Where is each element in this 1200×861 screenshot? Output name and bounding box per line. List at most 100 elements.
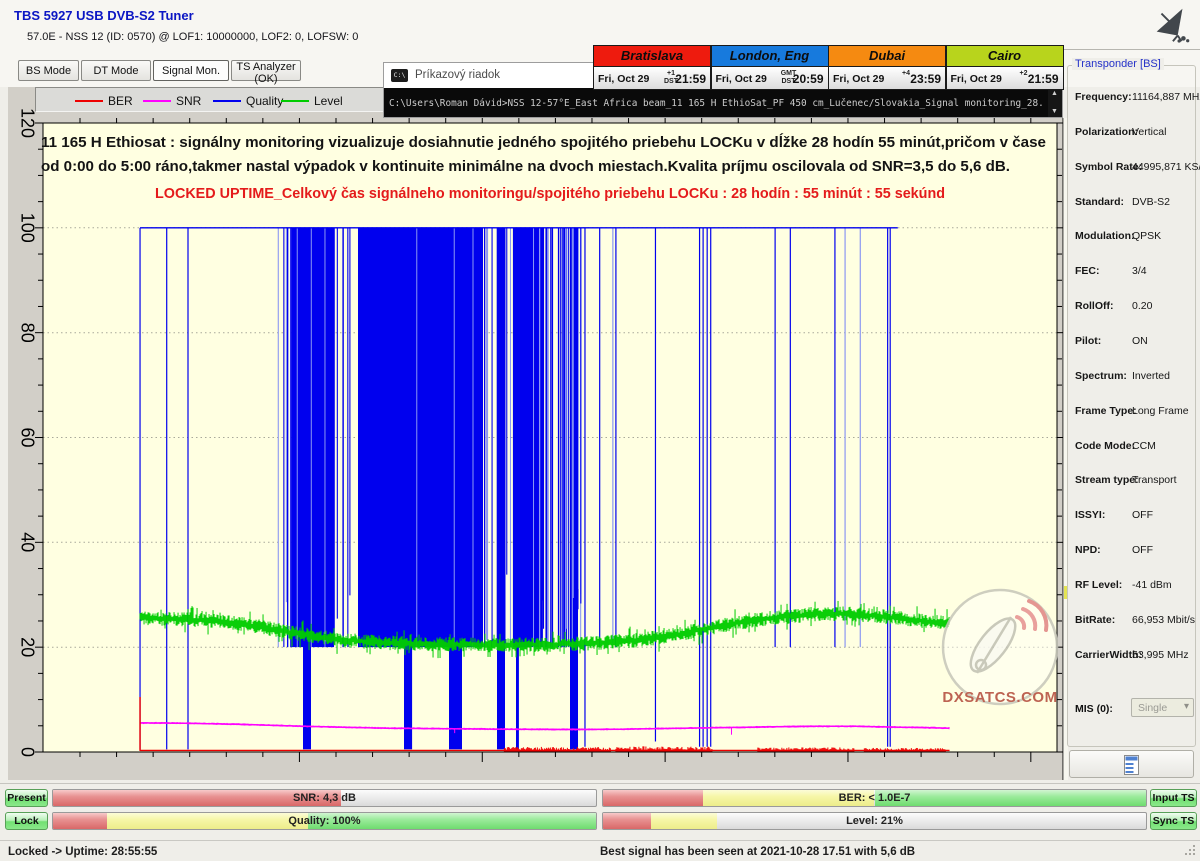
resize-grip[interactable] [1184,844,1197,857]
transponder-row-label: Polarization: [1075,126,1138,138]
legend-item-snr: SNR [143,88,201,113]
transponder-row-label: Frame Type: [1075,405,1137,417]
mis-select[interactable]: Single ▾ [1131,698,1194,717]
cmd-console[interactable]: C:\Users\Roman Dávid>NSS 12-57°E_East Af… [384,88,1062,117]
ber-swatch-icon [75,100,103,102]
dxsatcs-watermark: DXSATCS.COM [925,583,1075,733]
transponder-row: BitRate:66,953 Mbit/s [1066,614,1200,628]
present-button[interactable]: Present [5,789,48,807]
chart-annotations: 11 165 H Ethiosat : signálny monitoring … [41,133,1046,202]
clock-london: London, Eng Fri, Oct 29 GMTDST 20:59 [711,45,829,90]
legend-item-ber: BER [75,88,133,113]
transponder-panel: Transponder [BS] Frequency:11164,887 MHz… [1066,55,1200,783]
signal-mon-button[interactable]: Signal Mon. [153,60,229,81]
clock-dubai: Dubai Fri, Oct 29 +4 23:59 [828,45,946,90]
chevron-down-icon: ▾ [1184,701,1189,712]
status-bar: Locked -> Uptime: 28:55:55 Best signal h… [0,840,1200,861]
transponder-row-value: Transport [1132,474,1177,486]
clock-time: 23:59 [910,72,941,86]
transponder-row: NPD: OFF [1066,544,1200,558]
cmd-scrollbar[interactable]: ▲ ▼ [1048,88,1062,117]
clock-date: Fri, Oct 29 [716,73,767,85]
transponder-row: Stream type:Transport [1066,474,1200,488]
clock-datetime: Fri, Oct 29 GMTDST 20:59 [711,66,829,90]
transponder-row-value: 3/4 [1132,265,1147,277]
transponder-row: Symbol Rate:44995,871 KS/s [1066,161,1200,175]
ts-analyzer-button[interactable]: TS Analyzer (OK) [231,60,301,81]
transponder-row: Code Mode:CCM [1066,440,1200,454]
transponder-row-value: OFF [1132,544,1153,556]
clock-date: Fri, Oct 29 [833,73,884,85]
transponder-row: RollOff:0.20 [1066,300,1200,314]
bs-mode-button[interactable]: BS Mode [18,60,79,81]
ts-list-button[interactable] [1069,750,1194,778]
snr-progress-bar: SNR: 4,3 dB [52,789,597,807]
bar-value-label: SNR: 4,3 dB [53,792,596,804]
svg-text:0: 0 [17,747,37,757]
cmd-icon [391,69,408,82]
transponder-row-value: OFF [1132,509,1153,521]
clock-datetime: Fri, Oct 29 +1DST 21:59 [593,66,711,90]
ber-progress-bar: BER: < 1.0E-7 [602,789,1147,807]
legend-label: SNR [176,94,201,108]
mis-label: MIS (0): [1075,703,1113,715]
uptime-status: Locked -> Uptime: 28:55:55 [8,846,157,858]
svg-text:od 0:00 do 5:00 ráno,takmer na: od 0:00 do 5:00 ráno,takmer nastal výpad… [41,158,1010,175]
quality-swatch-icon [213,100,241,102]
cmd-title: Príkazový riadok [415,69,500,81]
transponder-row-value: ON [1132,335,1148,347]
bars-divider [0,783,1200,784]
level-swatch-icon [281,100,309,102]
transponder-row: ISSYI:OFF [1066,509,1200,523]
clock-city-label: Cairo [946,45,1064,67]
transponder-row-label: Modulation: [1075,230,1134,242]
clock-city-label: London, Eng [711,45,829,67]
svg-text:LOCKED UPTIME_Celkový čas sign: LOCKED UPTIME_Celkový čas signálneho mon… [155,185,945,202]
clock-datetime: Fri, Oct 29 +4 23:59 [828,66,946,90]
transponder-row-value: 44995,871 KS/s [1132,161,1200,173]
transponder-row-label: Code Mode: [1075,440,1135,452]
dt-mode-button[interactable]: DT Mode [81,60,151,81]
transponder-title: Transponder [BS] [1072,58,1164,70]
bar-value-label: Level: 21% [603,815,1146,827]
transponder-row-value: Vertical [1132,126,1166,138]
transponder-row-label: Spectrum: [1075,370,1127,382]
transponder-row-value: -41 dBm [1132,579,1172,591]
clock-time: 21:59 [1028,72,1059,86]
snr-swatch-icon [143,100,171,102]
scroll-up-icon[interactable]: ▲ [1051,90,1058,97]
svg-text:40: 40 [17,532,37,552]
transponder-row-label: Frequency: [1075,91,1132,103]
clock-cairo: Cairo Fri, Oct 29 +2 21:59 [946,45,1064,90]
svg-text:100: 100 [17,213,37,243]
scroll-down-icon[interactable]: ▼ [1051,108,1058,115]
lock-button[interactable]: Lock [5,812,48,830]
best-signal-status: Best signal has been seen at 2021-10-28 … [600,846,915,858]
transponder-row-value: 0.20 [1132,300,1152,312]
clock-date: Fri, Oct 29 [598,73,649,85]
header-divider [1063,49,1200,50]
quality-progress-bar: Quality: 100% [52,812,597,830]
app-title: TBS 5927 USB DVB-S2 Tuner [14,8,194,23]
input-ts-button[interactable]: Input TS [1150,789,1197,807]
transponder-row: Standard:DVB-S2 [1066,196,1200,210]
transponder-row-label: BitRate: [1075,614,1115,626]
sync-ts-button[interactable]: Sync TS [1150,812,1197,830]
transponder-row: Modulation:QPSK [1066,230,1200,244]
bar-value-label: Quality: 100% [53,815,596,827]
signal-chart: 02040608010012011 165 H Ethiosat : signá… [8,87,1063,780]
legend-label: Quality [246,94,283,108]
transponder-row-label: NPD: [1075,544,1101,556]
svg-text:120: 120 [17,108,37,138]
transponder-row-value: 11164,887 MHz [1132,91,1200,103]
clock-city-label: Dubai [828,45,946,67]
level-progress-bar: Level: 21% [602,812,1147,830]
svg-text:11 165 H Ethiosat : signálny m: 11 165 H Ethiosat : signálny monitoring … [41,133,1046,151]
svg-text:60: 60 [17,427,37,447]
transponder-row-label: Pilot: [1075,335,1101,347]
legend-label: BER [108,94,133,108]
app-subtitle: 57.0E - NSS 12 (ID: 0570) @ LOF1: 100000… [27,31,358,43]
transponder-row: CarrierWidth:53,995 MHz [1066,649,1200,663]
transponder-row-label: RF Level: [1075,579,1122,591]
clock-date: Fri, Oct 29 [951,73,1002,85]
